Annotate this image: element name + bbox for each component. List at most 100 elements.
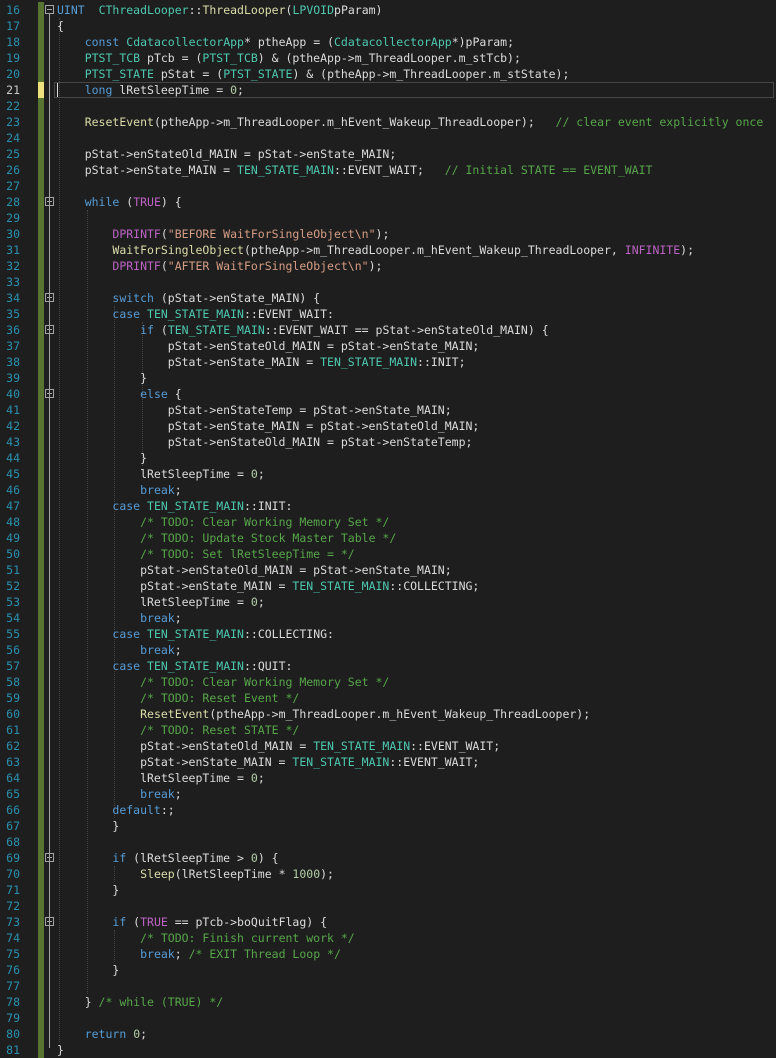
code-text[interactable]: UINT CThreadLooper::ThreadLooper(LPVOIDp… <box>57 2 382 18</box>
code-line[interactable]: 40 else { <box>0 386 776 402</box>
code-line[interactable]: 30 DPRINTF("BEFORE WaitForSingleObject\n… <box>0 226 776 242</box>
code-editor[interactable]: 16 UINT CThreadLooper::ThreadLooper(LPVOI… <box>0 0 776 1058</box>
code-text[interactable]: pStat->enStateOld_MAIN = pStat->enState_… <box>57 338 480 354</box>
code-line[interactable]: 81} <box>0 1042 776 1058</box>
code-line[interactable]: 58 /* TODO: Clear Working Memory Set */ <box>0 674 776 690</box>
code-text[interactable]: lRetSleepTime = 0; <box>57 594 265 610</box>
code-text[interactable]: /* TODO: Reset Event */ <box>57 690 299 706</box>
code-line[interactable]: 49 /* TODO: Update Stock Master Table */ <box>0 530 776 546</box>
code-text[interactable]: pStat->enStateOld_MAIN = pStat->enStateT… <box>57 434 473 450</box>
code-text[interactable]: break; <box>57 786 182 802</box>
code-line[interactable]: 33 <box>0 274 776 290</box>
code-text[interactable]: /* TODO: Set lRetSleepTime = */ <box>57 546 355 562</box>
code-text[interactable]: } <box>57 962 119 978</box>
code-line[interactable]: 60 ResetEvent(ptheApp->m_ThreadLooper.m_… <box>0 706 776 722</box>
code-line[interactable]: 52 pStat->enState_MAIN = TEN_STATE_MAIN:… <box>0 578 776 594</box>
code-text[interactable]: pStat->enStateOld_MAIN = TEN_STATE_MAIN:… <box>57 738 500 754</box>
code-text[interactable]: pStat->enStateOld_MAIN = pStat->enState_… <box>57 146 397 162</box>
code-line[interactable]: 64 lRetSleepTime = 0; <box>0 770 776 786</box>
code-line[interactable]: 59 /* TODO: Reset Event */ <box>0 690 776 706</box>
code-line[interactable]: 61 /* TODO: Reset STATE */ <box>0 722 776 738</box>
code-line[interactable]: 71 } <box>0 882 776 898</box>
code-text[interactable]: Sleep(lRetSleepTime * 1000); <box>57 866 334 882</box>
code-text[interactable]: } <box>57 450 147 466</box>
code-line[interactable]: 17 { <box>0 18 776 34</box>
code-line[interactable]: 22 <box>0 98 776 114</box>
code-text[interactable]: { <box>57 18 64 34</box>
code-text[interactable]: const CdatacollectorApp* ptheApp = (Cdat… <box>57 34 514 50</box>
code-line[interactable]: 19 PTST_TCB pTcb = (PTST_TCB) & (ptheApp… <box>0 50 776 66</box>
code-line[interactable]: 68 <box>0 834 776 850</box>
code-line[interactable]: 37 pStat->enStateOld_MAIN = pStat->enSta… <box>0 338 776 354</box>
code-text[interactable]: } /* while (TRUE) */ <box>57 994 223 1010</box>
code-line[interactable]: 46 break; <box>0 482 776 498</box>
code-line[interactable]: 16 UINT CThreadLooper::ThreadLooper(LPVOI… <box>0 2 776 18</box>
code-line[interactable]: 66 default:; <box>0 802 776 818</box>
code-line[interactable]: 78 } /* while (TRUE) */ <box>0 994 776 1010</box>
code-text[interactable]: if (TRUE == pTcb->boQuitFlag) { <box>57 914 327 930</box>
code-text[interactable]: if (lRetSleepTime > 0) { <box>57 850 278 866</box>
code-text[interactable]: } <box>57 370 147 386</box>
code-line[interactable]: 20 PTST_STATE pStat = (PTST_STATE) & (pt… <box>0 66 776 82</box>
code-line[interactable]: 56 break; <box>0 642 776 658</box>
code-line[interactable]: 35 case TEN_STATE_MAIN::EVENT_WAIT: <box>0 306 776 322</box>
code-text[interactable]: pStat->enState_MAIN = TEN_STATE_MAIN::EV… <box>57 754 479 770</box>
code-line[interactable]: 45 lRetSleepTime = 0; <box>0 466 776 482</box>
code-line[interactable]: 67 } <box>0 818 776 834</box>
code-line[interactable]: 25 pStat->enStateOld_MAIN = pStat->enSta… <box>0 146 776 162</box>
code-text[interactable]: /* TODO: Reset STATE */ <box>57 722 299 738</box>
code-text[interactable]: case TEN_STATE_MAIN::COLLECTING: <box>57 626 334 642</box>
code-text[interactable]: DPRINTF("AFTER WaitForSingleObject\n"); <box>57 258 382 274</box>
code-line[interactable]: 43 pStat->enStateOld_MAIN = pStat->enSta… <box>0 434 776 450</box>
code-line[interactable]: 26 pStat->enState_MAIN = TEN_STATE_MAIN:… <box>0 162 776 178</box>
code-line[interactable]: 38 pStat->enState_MAIN = TEN_STATE_MAIN:… <box>0 354 776 370</box>
code-text[interactable]: WaitForSingleObject(ptheApp->m_ThreadLoo… <box>57 242 694 258</box>
code-line[interactable]: 39 } <box>0 370 776 386</box>
code-text[interactable]: DPRINTF("BEFORE WaitForSingleObject\n"); <box>57 226 389 242</box>
code-line[interactable]: 27 <box>0 178 776 194</box>
code-line[interactable]: 23 ResetEvent(ptheApp->m_ThreadLooper.m_… <box>0 114 776 130</box>
code-line[interactable]: 51 pStat->enStateOld_MAIN = pStat->enSta… <box>0 562 776 578</box>
code-line[interactable]: 47 case TEN_STATE_MAIN::INIT: <box>0 498 776 514</box>
code-line[interactable]: 44 } <box>0 450 776 466</box>
code-line[interactable]: 29 <box>0 210 776 226</box>
code-line[interactable]: 69 if (lRetSleepTime > 0) { <box>0 850 776 866</box>
code-text[interactable]: case TEN_STATE_MAIN::EVENT_WAIT: <box>57 306 334 322</box>
code-text[interactable]: pStat->enState_MAIN = TEN_STATE_MAIN::EV… <box>57 162 653 178</box>
code-text[interactable]: pStat->enStateTemp = pStat->enState_MAIN… <box>57 402 452 418</box>
code-line[interactable]: 75 break; /* EXIT Thread Loop */ <box>0 946 776 962</box>
code-line[interactable]: 70 Sleep(lRetSleepTime * 1000); <box>0 866 776 882</box>
code-text[interactable]: PTST_TCB pTcb = (PTST_TCB) & (ptheApp->m… <box>57 50 521 66</box>
code-text[interactable]: PTST_STATE pStat = (PTST_STATE) & (ptheA… <box>57 66 570 82</box>
code-line[interactable]: 50 /* TODO: Set lRetSleepTime = */ <box>0 546 776 562</box>
code-line[interactable]: 31 WaitForSingleObject(ptheApp->m_Thread… <box>0 242 776 258</box>
code-line[interactable]: 62 pStat->enStateOld_MAIN = TEN_STATE_MA… <box>0 738 776 754</box>
code-text[interactable]: ResetEvent(ptheApp->m_ThreadLooper.m_hEv… <box>57 114 764 130</box>
code-text[interactable]: lRetSleepTime = 0; <box>57 770 265 786</box>
code-line[interactable]: 21 long lRetSleepTime = 0; <box>0 82 776 98</box>
code-text[interactable]: return 0; <box>57 1026 147 1042</box>
code-text[interactable]: else { <box>57 386 182 402</box>
code-text[interactable]: /* TODO: Finish current work */ <box>57 930 355 946</box>
code-line[interactable]: 41 pStat->enStateTemp = pStat->enState_M… <box>0 402 776 418</box>
code-text[interactable]: } <box>57 882 119 898</box>
code-text[interactable]: } <box>57 1042 64 1058</box>
code-text[interactable]: ResetEvent(ptheApp->m_ThreadLooper.m_hEv… <box>57 706 590 722</box>
code-text[interactable]: lRetSleepTime = 0; <box>57 466 265 482</box>
code-line[interactable]: 72 <box>0 898 776 914</box>
code-line[interactable]: 18 const CdatacollectorApp* ptheApp = (C… <box>0 34 776 50</box>
code-text[interactable]: /* TODO: Clear Working Memory Set */ <box>57 674 389 690</box>
code-line[interactable]: 55 case TEN_STATE_MAIN::COLLECTING: <box>0 626 776 642</box>
code-text[interactable]: pStat->enStateOld_MAIN = pStat->enState_… <box>57 562 452 578</box>
code-line[interactable]: 63 pStat->enState_MAIN = TEN_STATE_MAIN:… <box>0 754 776 770</box>
code-line[interactable]: 76 } <box>0 962 776 978</box>
code-text[interactable]: break; <box>57 642 182 658</box>
code-text[interactable]: case TEN_STATE_MAIN::QUIT: <box>57 658 292 674</box>
code-line[interactable]: 80 return 0; <box>0 1026 776 1042</box>
code-line[interactable]: 24 <box>0 130 776 146</box>
code-text[interactable]: break; <box>57 610 182 626</box>
code-line[interactable]: 54 break; <box>0 610 776 626</box>
code-line[interactable]: 74 /* TODO: Finish current work */ <box>0 930 776 946</box>
code-text[interactable]: pStat->enState_MAIN = TEN_STATE_MAIN::CO… <box>57 578 479 594</box>
code-text[interactable]: while (TRUE) { <box>57 194 182 210</box>
